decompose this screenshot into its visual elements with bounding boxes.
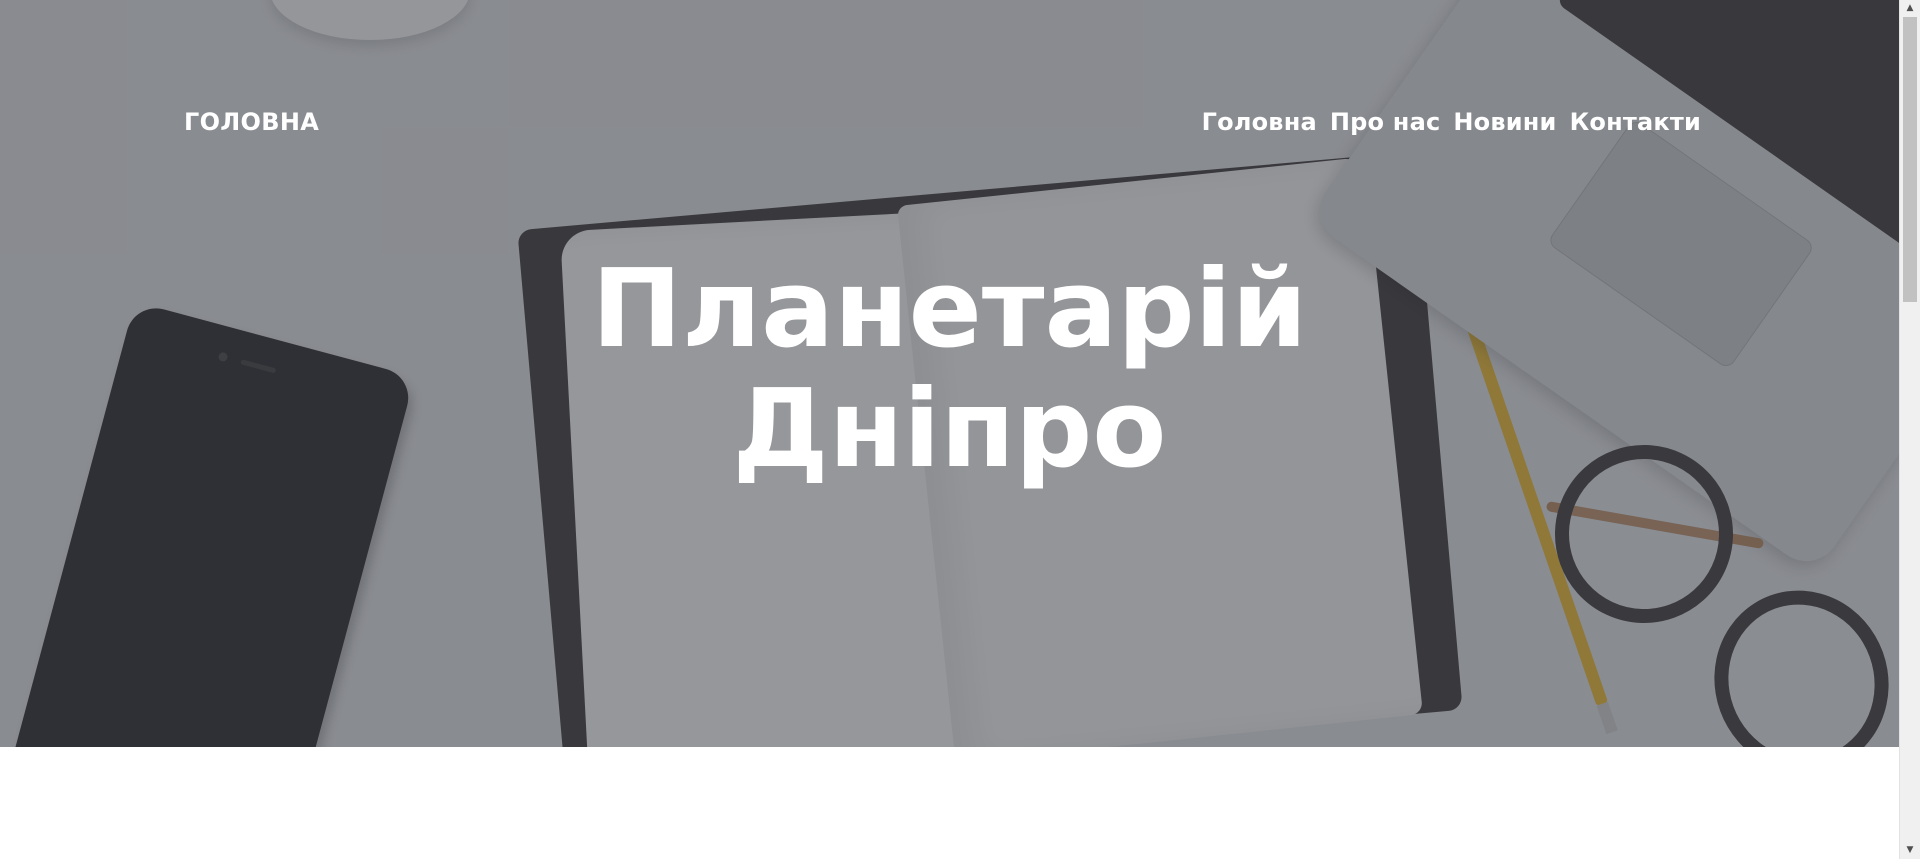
page-viewport: ГОЛОВНА Головна Про нас Новини Контакти … xyxy=(0,0,1899,859)
nav-link-news[interactable]: Новини xyxy=(1453,108,1556,136)
nav-link-home[interactable]: Головна xyxy=(1202,108,1317,136)
brand-link[interactable]: ГОЛОВНА xyxy=(184,108,319,136)
hero-title-line1: Планетарій xyxy=(591,247,1308,372)
hero-section: ГОЛОВНА Головна Про нас Новини Контакти … xyxy=(0,0,1899,747)
hero-title: Планетарій Дніпро xyxy=(0,250,1899,490)
scrollbar-thumb[interactable] xyxy=(1903,17,1917,302)
hero-title-line2: Дніпро xyxy=(732,367,1167,492)
scroll-down-arrow-icon[interactable]: ▼ xyxy=(1900,842,1920,859)
vertical-scrollbar[interactable]: ▲ ▼ xyxy=(1899,0,1920,859)
scroll-up-arrow-icon[interactable]: ▲ xyxy=(1900,0,1920,17)
nav-link-about[interactable]: Про нас xyxy=(1330,108,1441,136)
main-nav: Головна Про нас Новини Контакти xyxy=(1202,108,1701,136)
nav-link-contacts[interactable]: Контакти xyxy=(1570,108,1701,136)
